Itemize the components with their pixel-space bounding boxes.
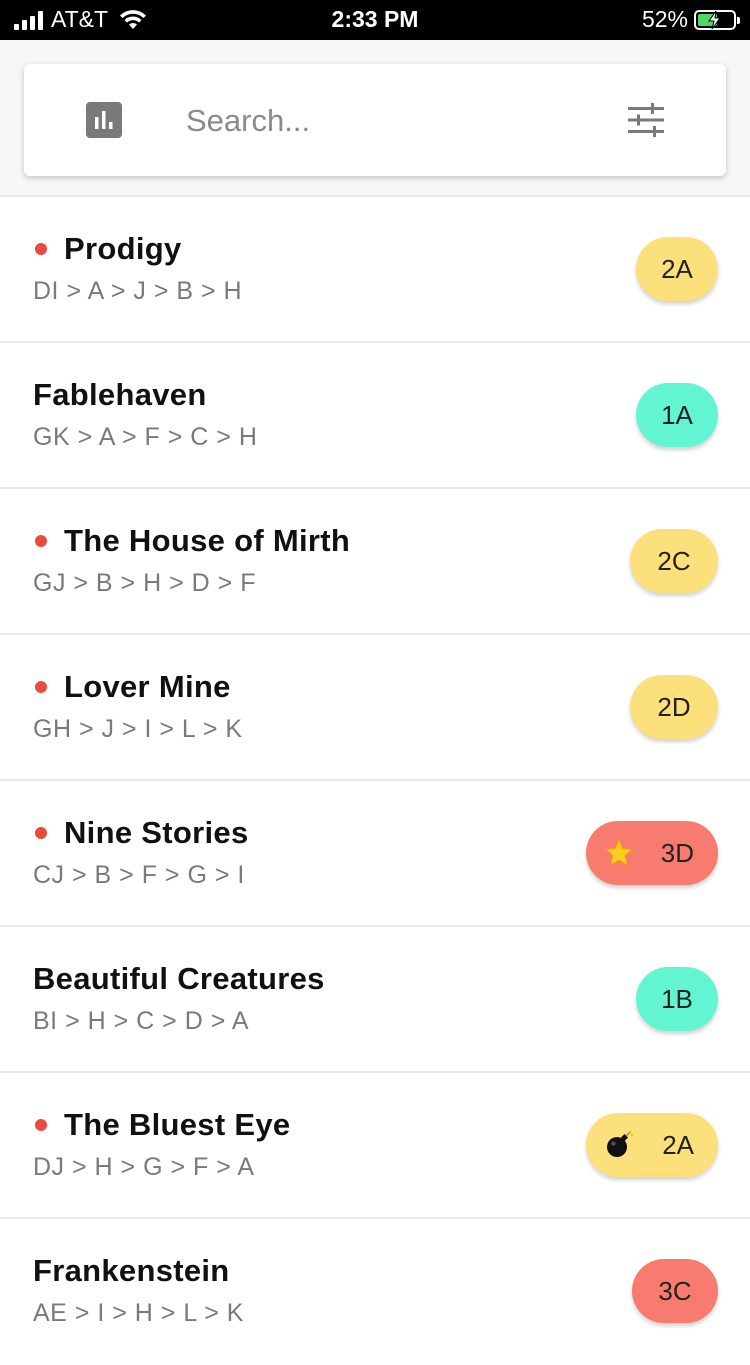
bar-chart-icon[interactable] — [86, 102, 122, 138]
list-item[interactable]: Lover Mine GH > J > I > L > K 2D — [0, 635, 750, 781]
sliders-icon[interactable] — [626, 102, 666, 138]
unread-dot — [35, 827, 47, 839]
level-badge[interactable]: 1B — [636, 967, 718, 1031]
book-list: Prodigy DI > A > J > B > H 2A Fablehaven… — [0, 197, 750, 1365]
badge-label: 1B — [661, 983, 693, 1014]
item-title: Nine Stories — [64, 815, 249, 850]
item-path: DI > A > J > B > H — [33, 277, 243, 305]
item-title: The Bluest Eye — [64, 1107, 291, 1142]
badge-label: 3D — [660, 837, 694, 868]
item-path: AE > I > H > L > K — [33, 1299, 244, 1327]
badge-label: 2C — [657, 545, 691, 576]
list-item[interactable]: The House of Mirth GJ > B > H > D > F 2C — [0, 489, 750, 635]
search-bar — [24, 64, 726, 176]
header — [0, 40, 750, 197]
level-badge[interactable]: 2D — [630, 675, 718, 739]
item-path: GK > A > F > C > H — [33, 423, 258, 451]
badge-label: 2A — [662, 1129, 694, 1160]
title-line: Lover Mine — [33, 669, 231, 705]
item-path: BI > H > C > D > A — [33, 1007, 250, 1035]
title-line: Frankenstein — [33, 1253, 230, 1289]
list-item[interactable]: Frankenstein AE > I > H > L > K 3C — [0, 1219, 750, 1365]
level-badge[interactable]: 3C — [632, 1259, 718, 1323]
title-line: The Bluest Eye — [33, 1107, 290, 1143]
title-line: Prodigy — [33, 231, 182, 267]
status-right: 52% — [641, 6, 740, 33]
search-input[interactable] — [184, 94, 588, 148]
battery-icon — [694, 9, 740, 30]
level-badge[interactable]: 1A — [636, 383, 718, 447]
title-line: Fablehaven — [33, 377, 207, 413]
badge-label: 2A — [661, 253, 693, 284]
item-path: DJ > H > G > F > A — [33, 1153, 255, 1181]
list-item[interactable]: Nine Stories CJ > B > F > G > I 3D — [0, 781, 750, 927]
item-path: GJ > B > H > D > F — [33, 569, 256, 597]
item-path: CJ > B > F > G > I — [33, 861, 245, 889]
unread-dot — [35, 535, 47, 547]
item-title: Prodigy — [64, 231, 182, 266]
bomb-icon — [607, 1131, 633, 1157]
title-line: Beautiful Creatures — [33, 961, 325, 997]
unread-dot — [35, 243, 47, 255]
badge-label: 1A — [661, 399, 693, 430]
level-badge[interactable]: 2A — [586, 1113, 718, 1177]
item-title: Fablehaven — [33, 377, 207, 412]
status-time: 2:33 PM — [331, 6, 419, 32]
item-title: Frankenstein — [33, 1253, 230, 1288]
level-badge[interactable]: 2A — [636, 237, 718, 301]
level-badge[interactable]: 2C — [630, 529, 718, 593]
badge-label: 2D — [657, 691, 691, 722]
unread-dot — [35, 681, 47, 693]
badge-label: 3C — [658, 1275, 692, 1306]
item-path: GH > J > I > L > K — [33, 715, 243, 743]
battery-percent: 52% — [641, 6, 688, 32]
title-line: The House of Mirth — [33, 523, 350, 559]
list-item[interactable]: The Bluest Eye DJ > H > G > F > A 2A — [0, 1073, 750, 1219]
unread-dot — [35, 1119, 47, 1131]
status-bar: AT&T 2:33 PM 52% — [0, 0, 750, 40]
list-item[interactable]: Prodigy DI > A > J > B > H 2A — [0, 197, 750, 343]
item-title: The House of Mirth — [64, 523, 351, 558]
list-item[interactable]: Fablehaven GK > A > F > C > H 1A — [0, 343, 750, 489]
level-badge[interactable]: 3D — [586, 821, 718, 885]
title-line: Nine Stories — [33, 815, 248, 851]
star-icon — [604, 838, 634, 866]
item-title: Beautiful Creatures — [33, 961, 325, 996]
list-item[interactable]: Beautiful Creatures BI > H > C > D > A 1… — [0, 927, 750, 1073]
item-title: Lover Mine — [64, 669, 231, 704]
